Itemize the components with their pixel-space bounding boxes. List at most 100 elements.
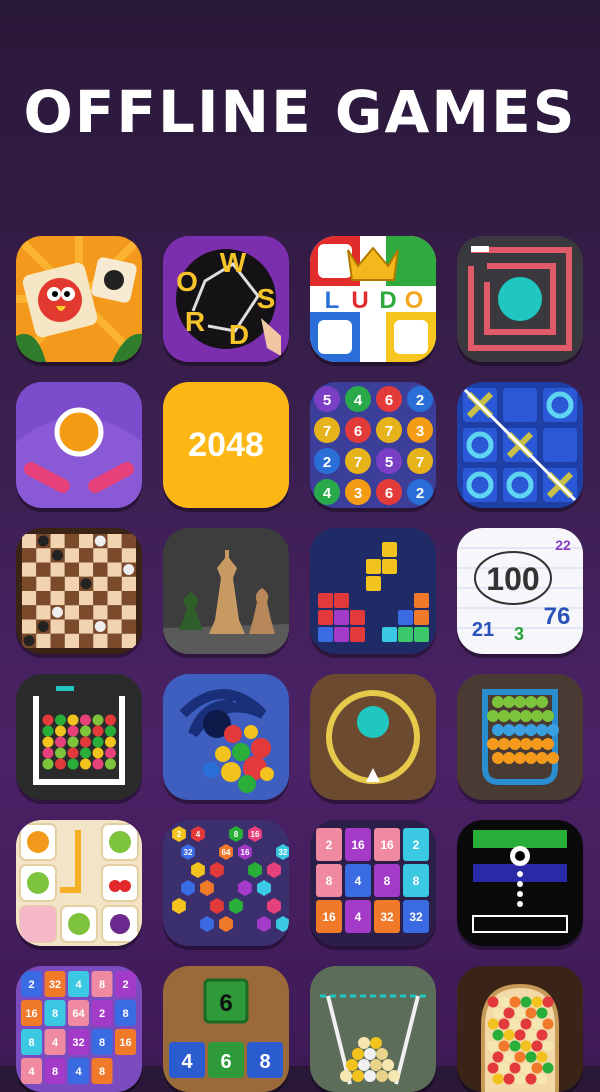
page-title: OFFLINE GAMES bbox=[23, 78, 577, 146]
number-text: 22 bbox=[555, 537, 571, 553]
number-text: 16 bbox=[322, 910, 336, 924]
number-text: 7 bbox=[385, 423, 393, 440]
number-text: 6 bbox=[354, 423, 362, 440]
number-text: 6 bbox=[385, 485, 393, 502]
app-black-hole[interactable] bbox=[163, 674, 289, 800]
block-puzzle-icon bbox=[310, 528, 436, 654]
number-text: 16 bbox=[380, 838, 394, 852]
ludo-icon: L U D O bbox=[310, 236, 436, 362]
maze-ball-icon bbox=[457, 236, 583, 362]
number-text: 32 bbox=[409, 910, 423, 924]
number-text: 8 bbox=[122, 1008, 128, 1020]
number-text: 8 bbox=[99, 1066, 105, 1078]
app-circle-ball[interactable] bbox=[310, 674, 436, 800]
number-text: 2 bbox=[177, 830, 182, 839]
app-2048[interactable]: 2048 bbox=[163, 382, 289, 508]
number-text: 4 bbox=[75, 979, 82, 991]
number-text: 7 bbox=[323, 423, 331, 440]
number-text: 8 bbox=[52, 1066, 58, 1078]
number-text: 4 bbox=[52, 1037, 59, 1049]
number-text: 8 bbox=[326, 874, 333, 888]
app-number-balls[interactable]: 5 4 6 2 7 6 7 3 2 7 5 7 4 3 6 2 bbox=[310, 382, 436, 508]
app-wood-number[interactable]: 6 4 6 8 bbox=[163, 966, 289, 1092]
number-text: 3 bbox=[416, 423, 424, 440]
checkers-icon bbox=[16, 528, 142, 654]
app-ball-drop[interactable] bbox=[16, 674, 142, 800]
app-fruit-connect[interactable] bbox=[16, 820, 142, 946]
number-grid-icon: 2 32 4 8 2 16 8 64 2 8 8 4 32 8 16 4 8 4 8 bbox=[16, 966, 142, 1092]
number-text: 16 bbox=[25, 1008, 37, 1020]
number-text: 4 bbox=[354, 392, 363, 409]
number-text: 4 bbox=[28, 1066, 35, 1078]
number-text: 2 bbox=[416, 392, 424, 409]
number-text: 5 bbox=[323, 392, 331, 409]
ball-cup-icon bbox=[457, 674, 583, 800]
number-text: 3 bbox=[354, 485, 362, 502]
ball-drop-icon bbox=[16, 674, 142, 800]
number-text: 4 bbox=[75, 1066, 82, 1078]
number-text: 6 bbox=[385, 392, 393, 409]
word-letter: S bbox=[257, 283, 276, 314]
number-text: 2 bbox=[122, 979, 128, 991]
number-hunt-icon: 100 22 21 3 76 bbox=[457, 528, 583, 654]
number-text: 64 bbox=[72, 1008, 85, 1020]
number-text: 8 bbox=[99, 1037, 105, 1049]
number-text: 8 bbox=[259, 1051, 270, 1073]
app-plinko[interactable] bbox=[457, 966, 583, 1092]
hexa-number-icon: 2 4 8 1632 64 16 32 bbox=[163, 820, 289, 946]
number-text: 32 bbox=[184, 848, 193, 857]
fruit-connect-icon bbox=[16, 820, 142, 946]
app-merge-blocks[interactable]: 2 16 16 2 8 4 8 8 16 4 32 32 bbox=[310, 820, 436, 946]
number-text: 64 bbox=[222, 848, 231, 857]
app-tile-match[interactable] bbox=[16, 236, 142, 362]
app-checkers[interactable] bbox=[16, 528, 142, 654]
number-text: 16 bbox=[251, 830, 260, 839]
black-hole-icon bbox=[163, 674, 289, 800]
app-ludo[interactable]: L U D O bbox=[310, 236, 436, 362]
number-text: 4 bbox=[355, 874, 362, 888]
app-ball-cup[interactable] bbox=[457, 674, 583, 800]
app-balls-bucket[interactable] bbox=[310, 966, 436, 1092]
number-text: 8 bbox=[99, 979, 105, 991]
number-text: 32 bbox=[380, 910, 394, 924]
number-text: 4 bbox=[323, 485, 332, 502]
2048-icon: 2048 bbox=[163, 382, 289, 508]
number-text: 8 bbox=[52, 1008, 58, 1020]
app-words[interactable]: W O R D S bbox=[163, 236, 289, 362]
tic-tac-toe-icon bbox=[457, 382, 583, 508]
number-text: 3 bbox=[514, 624, 524, 644]
app-hexa-number[interactable]: 2 4 8 16 32 64 16 32 bbox=[163, 820, 289, 946]
number-text: 2 bbox=[323, 454, 331, 471]
app-tic-tac-toe[interactable] bbox=[457, 382, 583, 508]
number-text: 7 bbox=[354, 454, 362, 471]
ludo-letter: L bbox=[325, 287, 340, 314]
number-text: 2 bbox=[416, 485, 424, 502]
word-letter: O bbox=[176, 266, 198, 297]
number-text: 7 bbox=[416, 454, 424, 471]
app-chess[interactable] bbox=[163, 528, 289, 654]
number-text: 8 bbox=[384, 874, 391, 888]
number-text: 6 bbox=[219, 990, 232, 1017]
number-text: 100 bbox=[486, 561, 539, 597]
number-text: 8 bbox=[28, 1037, 34, 1049]
number-text: 16 bbox=[241, 848, 250, 857]
color-switch-icon bbox=[457, 820, 583, 946]
app-number-hunt[interactable]: 100 22 21 3 76 bbox=[457, 528, 583, 654]
balls-bucket-icon bbox=[310, 966, 436, 1092]
number-text: 2 bbox=[326, 838, 333, 852]
number-text: 8 bbox=[413, 874, 420, 888]
word-letter: R bbox=[185, 306, 205, 337]
number-balls-icon: 5 4 6 2 7 6 7 3 2 7 5 7 4 3 6 2 bbox=[310, 382, 436, 508]
number-text: 5 bbox=[385, 454, 393, 471]
number-text: 4 bbox=[181, 1051, 193, 1073]
app-block-puzzle[interactable] bbox=[310, 528, 436, 654]
number-text: 4 bbox=[196, 830, 201, 839]
app-pinball[interactable] bbox=[16, 382, 142, 508]
number-text: 4 bbox=[355, 910, 362, 924]
app-maze-ball[interactable] bbox=[457, 236, 583, 362]
word-letter: W bbox=[220, 247, 247, 278]
app-color-switch[interactable] bbox=[457, 820, 583, 946]
wood-number-icon: 6 4 6 8 bbox=[163, 966, 289, 1092]
app-number-grid[interactable]: 2 32 4 8 2 16 8 64 2 8 8 4 32 8 16 4 8 4 8 bbox=[16, 966, 142, 1092]
ludo-letter: D bbox=[379, 287, 396, 314]
